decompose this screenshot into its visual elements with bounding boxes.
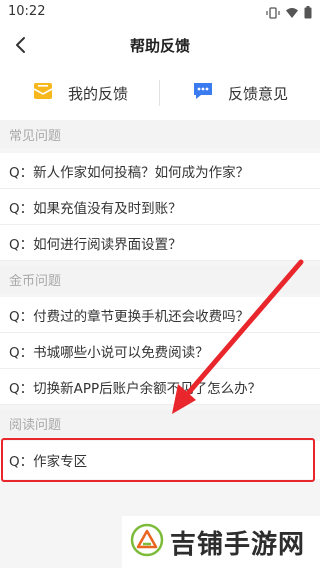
watermark-text: 吉铺手游网	[170, 529, 306, 560]
section-title: 金币问题	[9, 273, 62, 289]
section-header-common: 常见问题	[0, 120, 320, 148]
section-header-reading: 阅读问题	[0, 409, 320, 437]
status-time: 10:22	[8, 4, 46, 19]
question-text: Q：书城哪些小说可以免费阅读？	[9, 344, 209, 361]
question-item-writer-zone[interactable]: Q：作家专区	[0, 441, 320, 479]
question-text: Q：作家专区	[9, 454, 88, 470]
watermark-logo	[130, 523, 164, 561]
question-item[interactable]: Q：如果充值没有及时到账？	[0, 189, 320, 225]
wifi-icon	[285, 4, 299, 23]
feedback-tabs: 我的反馈 反馈意见	[0, 66, 320, 120]
question-item[interactable]: Q：切换新APP后账户余额不见了怎么办？	[0, 369, 320, 405]
question-item[interactable]: Q：书城哪些小说可以免费阅读？	[0, 333, 320, 369]
tab-feedback-opinion-label: 反馈意见	[227, 84, 288, 103]
page-title: 帮助反馈	[129, 37, 190, 55]
watermark: 吉铺手游网	[122, 516, 320, 568]
tab-divider	[159, 80, 160, 106]
question-item[interactable]: Q：如何进行阅读界面设置？	[0, 225, 320, 261]
status-icons	[266, 4, 312, 23]
status-bar: 10:22	[0, 0, 320, 24]
question-item[interactable]: Q：新人作家如何投稿？如何成为作家？	[0, 153, 320, 189]
question-text: Q：如何进行阅读界面设置？	[9, 236, 182, 253]
battery-icon	[304, 4, 312, 23]
question-text: Q：新人作家如何投稿？如何成为作家？	[9, 164, 250, 181]
tab-feedback-opinion[interactable]: 反馈意见	[160, 66, 320, 120]
section-title: 常见问题	[9, 128, 62, 144]
question-item[interactable]: Q：付费过的章节更换手机还会收费吗？	[0, 297, 320, 333]
section-header-coins: 金币问题	[0, 265, 320, 293]
mail-icon	[32, 80, 54, 106]
tab-my-feedback-label: 我的反馈	[67, 84, 128, 103]
header: 帮助反馈	[0, 24, 320, 66]
tab-my-feedback[interactable]: 我的反馈	[0, 66, 160, 120]
question-text: Q：付费过的章节更换手机还会收费吗？	[9, 308, 250, 325]
chat-icon	[192, 80, 214, 106]
section-title: 阅读问题	[9, 417, 62, 433]
question-text: Q：切换新APP后账户余额不见了怎么办？	[9, 380, 262, 397]
vibrate-icon	[266, 4, 280, 23]
question-text: Q：如果充值没有及时到账？	[9, 200, 182, 217]
